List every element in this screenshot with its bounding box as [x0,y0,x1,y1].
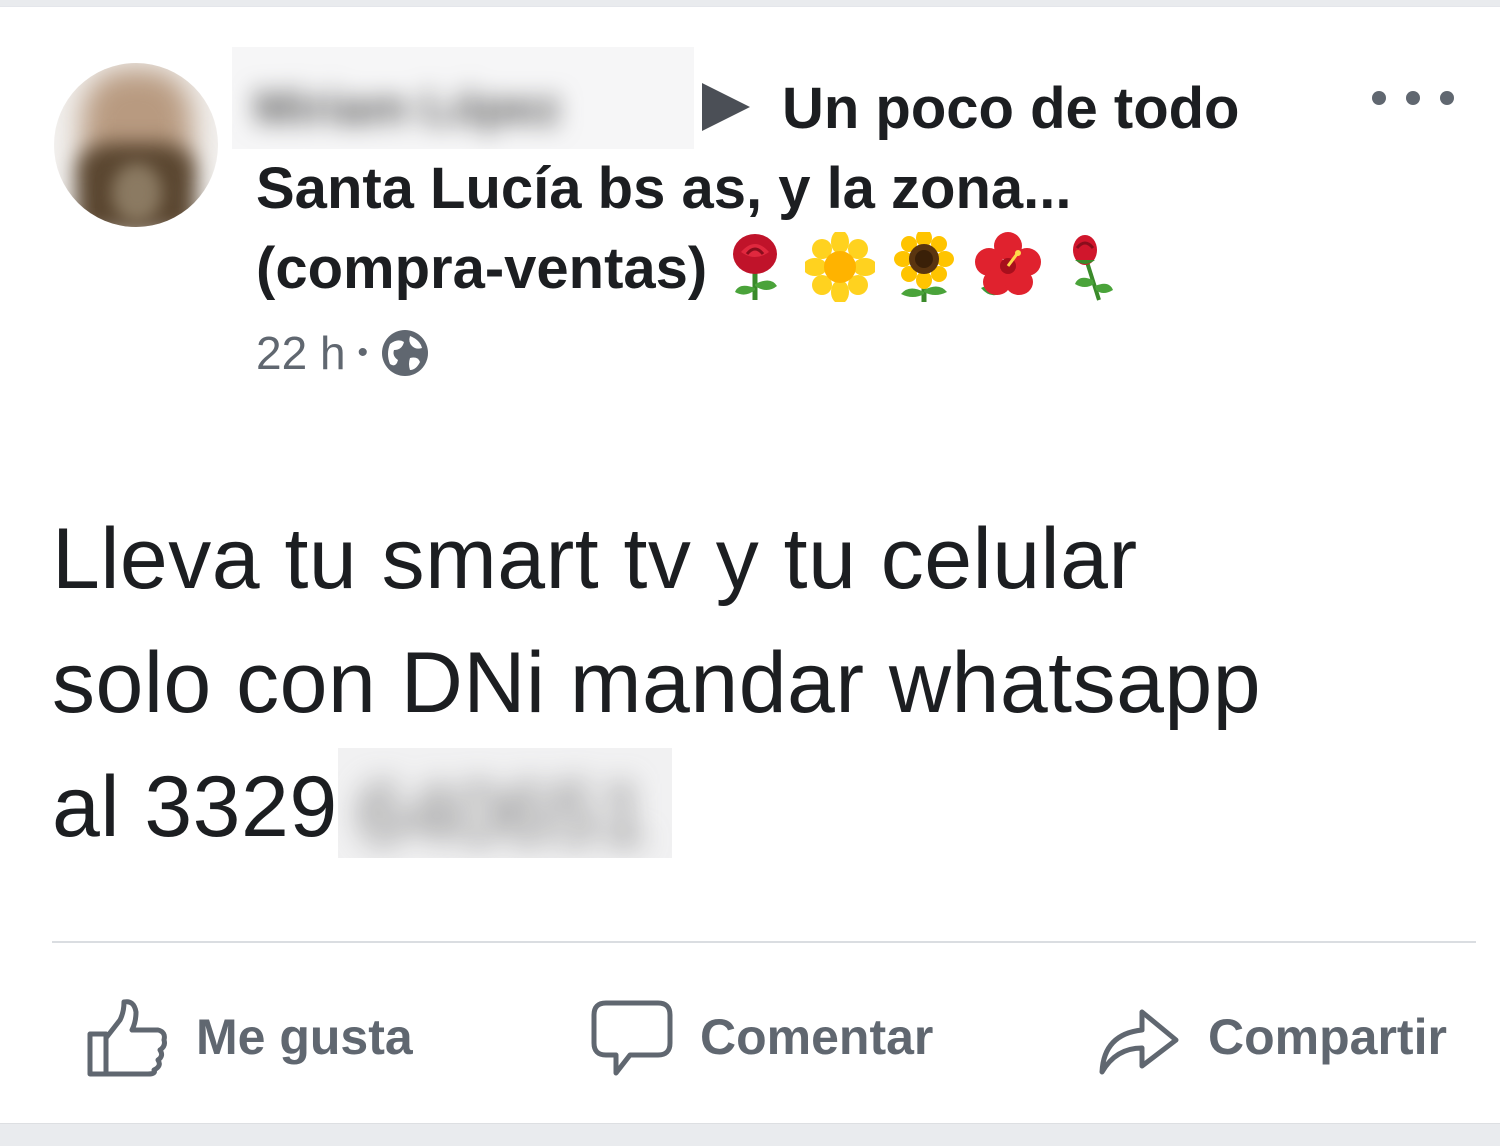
more-options-button[interactable] [1372,83,1454,113]
phone-prefix: al 3329 [52,759,338,855]
share-icon [1099,1009,1179,1075]
blossom-icon [805,232,876,302]
comment-icon [591,1000,673,1076]
rose-icon [721,232,791,300]
share-label: Compartir [1208,1009,1447,1065]
comment-button[interactable]: Comentar [590,977,933,1097]
post-text-line2: solo con DNi mandar whatsapp [52,635,1262,731]
rosebud-icon [1057,232,1127,301]
like-button[interactable]: Me gusta [84,977,413,1097]
group-title-line1[interactable]: Un poco de todo [256,69,1336,149]
thumbs-up-icon [87,999,167,1077]
post-card: Miriam López Un poco de todo Santa Lucía… [0,6,1500,1124]
comment-label: Comentar [700,1009,934,1065]
post-text-line3: al 3329 640651 [52,745,1472,869]
action-divider [52,941,1476,943]
more-options-icon [1372,91,1386,105]
author-avatar[interactable] [54,63,218,227]
meta-separator: • [357,336,369,369]
globe-icon[interactable] [380,328,430,378]
post-meta: 22 h • [256,323,430,383]
sunflower-icon [889,232,959,302]
group-title-line3[interactable]: (compra-ventas) [256,229,1336,309]
group-title-line3-text: (compra-ventas) [256,236,708,301]
group-title[interactable]: Un poco de todo Santa Lucía bs as, y la … [256,69,1336,309]
post-time[interactable]: 22 h [256,323,346,383]
hibiscus-icon [973,232,1043,298]
post-text: Lleva tu smart tv y tu celular solo con … [52,497,1472,869]
group-title-line2[interactable]: Santa Lucía bs as, y la zona... [256,149,1336,229]
like-label: Me gusta [196,1009,413,1065]
phone-number-redacted: 640651 [337,748,672,858]
post-text-line1: Lleva tu smart tv y tu celular [52,511,1138,607]
post-actions: Me gusta Comentar Compartir [0,977,1500,1097]
share-button[interactable]: Compartir [1096,977,1447,1097]
